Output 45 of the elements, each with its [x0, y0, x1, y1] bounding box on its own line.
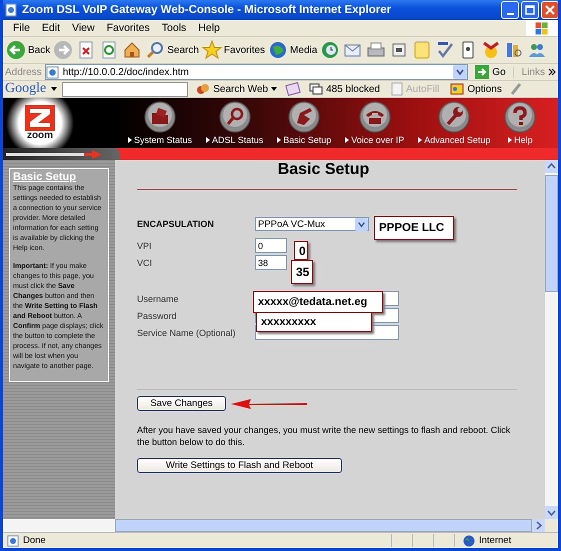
address-field[interactable]: http://10.0.0.2/doc/index.htm [44, 64, 468, 80]
nav-link[interactable]: Basic Setup [277, 101, 332, 145]
help-title: Basic Setup [13, 171, 77, 183]
field-label: Service Name (Optional) [137, 328, 237, 338]
search-button[interactable]: Search [144, 38, 200, 62]
annotation-tooltip: xxxxx@tedata.net.eg [253, 291, 383, 313]
menu-item[interactable]: Favorites [100, 22, 156, 34]
status-text: Done [23, 535, 46, 546]
menu-item[interactable]: Tools [156, 22, 192, 34]
menu-item[interactable]: View [66, 22, 101, 34]
save-changes-button[interactable]: Save Changes [137, 396, 226, 411]
media-button[interactable]: Media [267, 38, 318, 62]
field-label: VPI [137, 240, 153, 250]
field-label: VCI [137, 258, 154, 268]
field-label: Username [137, 294, 180, 304]
annotation-tooltip: 35 [291, 260, 313, 284]
text-field[interactable]: 0 [255, 238, 287, 253]
write-settings-button[interactable]: Write Settings to Flash and Reboot [137, 458, 342, 473]
options-button[interactable]: Options [447, 82, 505, 96]
menu-item[interactable]: Edit [36, 22, 66, 34]
security-zone: Internet [479, 535, 512, 546]
annotation-tooltip: 0 [294, 241, 308, 260]
page-title: Basic Setup [276, 161, 370, 179]
back-button[interactable]: Back [5, 38, 52, 62]
nav-link[interactable]: Advanced Setup [418, 101, 490, 145]
encapsulation-dropdown[interactable]: PPPoA VC-Mux [255, 217, 369, 231]
nav-link[interactable]: System Status [128, 101, 192, 145]
favorites-button[interactable]: Favorites [200, 38, 266, 62]
annotation-tooltip: PPPOE LLC [374, 216, 454, 240]
annotation-tooltip: xxxxxxxxx [256, 312, 372, 332]
google-logo[interactable]: Google [5, 81, 46, 97]
address-label: Address [5, 66, 42, 78]
menu-item[interactable]: File [7, 22, 36, 34]
nav-link[interactable]: Voice over IP [345, 101, 404, 145]
text-field[interactable]: 38 [255, 255, 287, 270]
window-title: Zoom DSL VoIP Gateway Web-Console - Microsoft Internet Explorer [22, 4, 392, 16]
encapsulation-label: ENCAPSULATION [137, 219, 215, 229]
menu-item[interactable]: Help [192, 22, 226, 34]
search-web-button[interactable]: Search Web [193, 82, 280, 96]
nav-link[interactable]: Help [504, 101, 536, 145]
field-label: Password [137, 310, 178, 320]
popup-blocker-button[interactable]: 485 blocked [306, 82, 383, 96]
go-button[interactable]: Go [471, 65, 510, 79]
nav-link[interactable]: ADSL Status [206, 101, 264, 145]
instruction-text: After you have saved your changes, you must write the new settings to flash and reboot. Click the button below to do this. [137, 424, 512, 448]
